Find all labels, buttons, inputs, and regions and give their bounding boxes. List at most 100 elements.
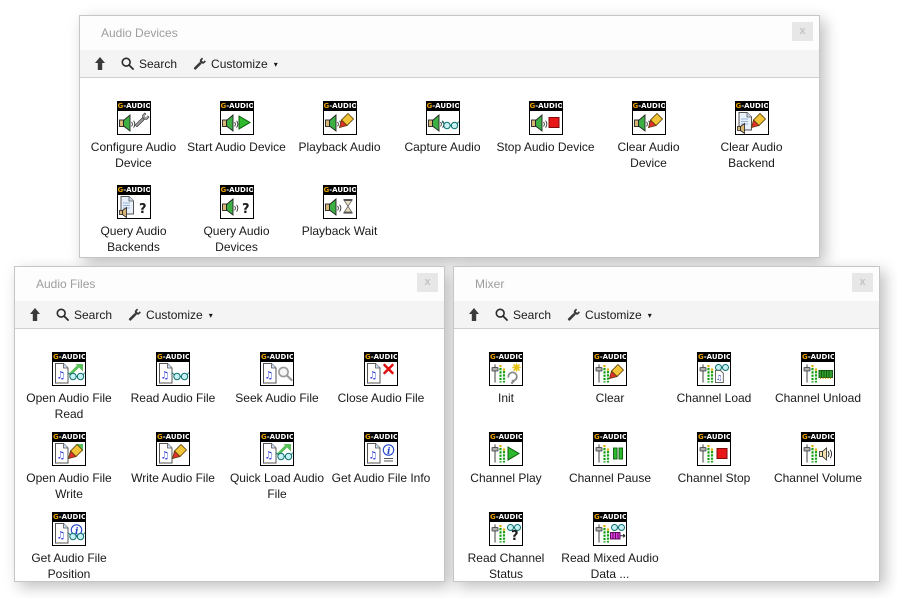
palette-item-init[interactable]: G-AUDIOInit (454, 352, 558, 432)
title-bar[interactable]: Audio Files x (15, 267, 444, 301)
close-button[interactable]: x (417, 273, 438, 292)
close-button[interactable]: x (792, 22, 813, 41)
customize-button[interactable]: Customize ▾ (192, 57, 278, 71)
doc-speaker-pencil-icon: G-AUDIO (735, 101, 769, 135)
vi-glyph: ♫i (365, 442, 397, 465)
item-label: Playback Audio (297, 139, 381, 155)
palette-item-playback-audio[interactable]: G-AUDIO Playback Audio (288, 101, 391, 185)
pin-up-button[interactable] (468, 308, 480, 321)
palette-item-channel-play[interactable]: G-AUDIOChannel Play (454, 432, 558, 512)
palette-item-get-audio-file-position[interactable]: G-AUDIO♫iGet Audio File Position (17, 512, 121, 581)
item-label: Channel Volume (773, 470, 863, 486)
vi-glyph (118, 111, 150, 134)
palette-item-configure-audio-device[interactable]: G-AUDIOConfigure Audio Device (82, 101, 185, 185)
g-audio-banner: G-AUDIO (53, 433, 85, 442)
speaker-wrench-icon: G-AUDIO (117, 101, 151, 135)
search-button[interactable]: Search (121, 57, 177, 71)
g-audio-banner: G-AUDIO (221, 186, 253, 195)
vi-glyph (633, 111, 665, 134)
g-audio-banner: G-AUDIO (490, 513, 522, 522)
fader-init-loop-sparkle-icon: G-AUDIO (489, 352, 523, 386)
item-label: Channel Pause (568, 470, 652, 486)
doc-note-pencil-icon: G-AUDIO♫ (156, 432, 190, 466)
speaker-pencil-icon: G-AUDIO (632, 101, 666, 135)
palette-grid: G-AUDIOConfigure Audio DeviceG-AUDIOStar… (80, 78, 819, 257)
vi-glyph: ? (118, 195, 150, 218)
palette-window-audio-files: Audio Files x Search Customize▾ G-AUDIO♫… (14, 266, 445, 582)
wrench-icon (566, 308, 580, 322)
vi-glyph: ♫i (53, 522, 85, 545)
fader-pause-icon: G-AUDIO (593, 432, 627, 466)
pin-up-button[interactable] (29, 308, 41, 321)
customize-button[interactable]: Customize▾ (566, 308, 652, 322)
speaker-pencil-icon: G-AUDIO (323, 101, 357, 135)
palette-item-read-mixed-audio-data[interactable]: G-AUDIORead Mixed Audio Data ... (558, 512, 662, 581)
svg-text:i: i (387, 447, 391, 457)
item-label: Open Audio File Read (18, 390, 120, 422)
item-label: Capture Audio (403, 139, 481, 155)
vi-glyph (594, 362, 626, 385)
vi-glyph: ♫ (261, 442, 293, 465)
g-audio-banner: G-AUDIO (490, 433, 522, 442)
g-audio-banner: G-AUDIO (594, 433, 626, 442)
customize-button[interactable]: Customize▾ (127, 308, 213, 322)
title-bar[interactable]: Audio Devices x (80, 16, 819, 50)
vi-glyph (427, 111, 459, 134)
wrench-icon (192, 57, 206, 71)
search-button[interactable]: Search (495, 308, 551, 322)
palette-item-channel-pause[interactable]: G-AUDIO Channel Pause (558, 432, 662, 512)
vi-glyph (736, 111, 768, 134)
palette-item-channel-unload[interactable]: G-AUDIOChannel Unload (766, 352, 870, 432)
palette-body: G-AUDIO♫Open Audio File ReadG-AUDIO♫Read… (15, 329, 444, 581)
pin-up-button[interactable] (94, 57, 106, 70)
palette-item-quick-load-audio-file[interactable]: G-AUDIO♫Quick Load Audio File (225, 432, 329, 512)
palette-item-playback-wait[interactable]: G-AUDIOPlayback Wait (288, 185, 391, 257)
search-button[interactable]: Search (56, 308, 112, 322)
close-button[interactable]: x (852, 273, 873, 292)
g-audio-banner: G-AUDIO (594, 353, 626, 362)
vi-glyph: ♫ (53, 442, 85, 465)
item-label: Quick Load Audio File (226, 470, 328, 502)
svg-text:♫: ♫ (716, 374, 722, 382)
item-label: Query Audio Backends (83, 223, 185, 255)
palette-item-clear-audio-device[interactable]: G-AUDIOClear Audio Device (597, 101, 700, 185)
item-label: Query Audio Devices (186, 223, 288, 255)
g-audio-banner: G-AUDIO (802, 353, 834, 362)
caret-down-icon: ▾ (209, 311, 213, 320)
palette-item-channel-stop[interactable]: G-AUDIOChannel Stop (662, 432, 766, 512)
palette-item-read-channel-status[interactable]: G-AUDIO?Read Channel Status (454, 512, 558, 581)
palette-window-mixer: Mixer x Search Customize▾ G-AUDIOInitG-A… (453, 266, 880, 582)
palette-item-clear-audio-backend[interactable]: G-AUDIOClear Audio Backend (700, 101, 803, 185)
caret-down-icon: ▾ (274, 60, 278, 69)
item-label: Stop Audio Device (495, 139, 595, 155)
palette-item-open-audio-file-read[interactable]: G-AUDIO♫Open Audio File Read (17, 352, 121, 432)
palette-item-get-audio-file-info[interactable]: G-AUDIO♫iGet Audio File Info (329, 432, 433, 512)
toolbar: Search Customize▾ (454, 301, 879, 329)
item-label: Start Audio Device (186, 139, 287, 155)
palette-item-open-audio-file-write[interactable]: G-AUDIO♫Open Audio File Write (17, 432, 121, 512)
palette-item-clear[interactable]: G-AUDIOClear (558, 352, 662, 432)
palette-item-start-audio-device[interactable]: G-AUDIOStart Audio Device (185, 101, 288, 185)
palette-item-seek-audio-file[interactable]: G-AUDIO♫Seek Audio File (225, 352, 329, 432)
palette-item-write-audio-file[interactable]: G-AUDIO♫ Write Audio File (121, 432, 225, 512)
palette-item-read-audio-file[interactable]: G-AUDIO♫Read Audio File (121, 352, 225, 432)
palette-item-query-audio-backends[interactable]: G-AUDIO?Query Audio Backends (82, 185, 185, 257)
svg-text:♫: ♫ (57, 531, 66, 542)
svg-text:♫: ♫ (369, 371, 378, 382)
svg-text:♫: ♫ (57, 451, 66, 462)
vi-glyph: ? (221, 195, 253, 218)
vi-glyph: ♫ (261, 362, 293, 385)
customize-label: Customize (211, 57, 268, 71)
item-label: Write Audio File (130, 470, 216, 486)
palette-item-stop-audio-device[interactable]: G-AUDIOStop Audio Device (494, 101, 597, 185)
palette-item-close-audio-file[interactable]: G-AUDIO♫Close Audio File (329, 352, 433, 432)
palette-item-channel-load[interactable]: G-AUDIO♫Channel Load (662, 352, 766, 432)
up-arrow-icon (29, 308, 41, 321)
fader-pencil-icon: G-AUDIO (593, 352, 627, 386)
speaker-question-icon: G-AUDIO? (220, 185, 254, 219)
palette-item-channel-volume[interactable]: G-AUDIOChannel Volume (766, 432, 870, 512)
palette-item-query-audio-devices[interactable]: G-AUDIO? Query Audio Devices (185, 185, 288, 257)
palette-item-capture-audio[interactable]: G-AUDIOCapture Audio (391, 101, 494, 185)
title-bar[interactable]: Mixer x (454, 267, 879, 301)
svg-text:♫: ♫ (265, 371, 274, 382)
